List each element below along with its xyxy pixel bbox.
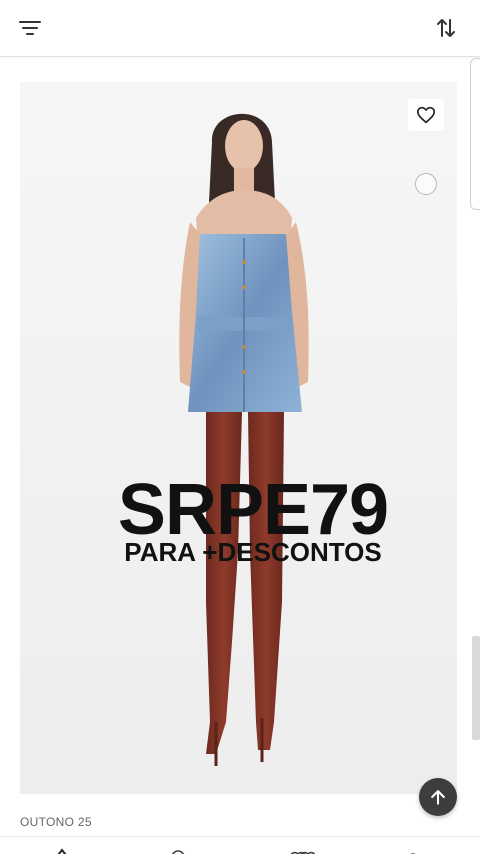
collection-label: OUTONO 25: [20, 815, 92, 829]
color-swatch-radio[interactable]: [415, 173, 437, 195]
nav-search[interactable]: [163, 847, 193, 854]
promo-subtitle: PARA +DESCONTOS: [124, 537, 382, 567]
nav-home[interactable]: [47, 847, 77, 854]
top-bar: [0, 0, 480, 57]
favorite-button[interactable]: [408, 99, 444, 131]
search-icon: [171, 850, 185, 854]
side-panel-edge[interactable]: [470, 58, 480, 210]
account-icon: [410, 853, 416, 854]
arrow-up-icon: [431, 790, 445, 805]
sort-button[interactable]: [430, 13, 462, 43]
back-to-top-button[interactable]: [419, 778, 457, 816]
nav-favorites[interactable]: [287, 847, 317, 854]
home-icon: [57, 848, 67, 854]
bottom-navigation: [0, 836, 480, 854]
product-image[interactable]: [20, 82, 457, 794]
sort-arrows-icon: [437, 19, 455, 37]
product-card[interactable]: SRPE79 PARA +DESCONTOS: [20, 82, 457, 794]
filter-lines-icon: [19, 21, 41, 35]
heart-outline-icon: [417, 106, 435, 124]
nav-account[interactable]: [398, 847, 428, 854]
favorites-icon: [290, 851, 316, 854]
filter-button[interactable]: [14, 13, 46, 43]
scrollbar-thumb[interactable]: [472, 636, 480, 740]
